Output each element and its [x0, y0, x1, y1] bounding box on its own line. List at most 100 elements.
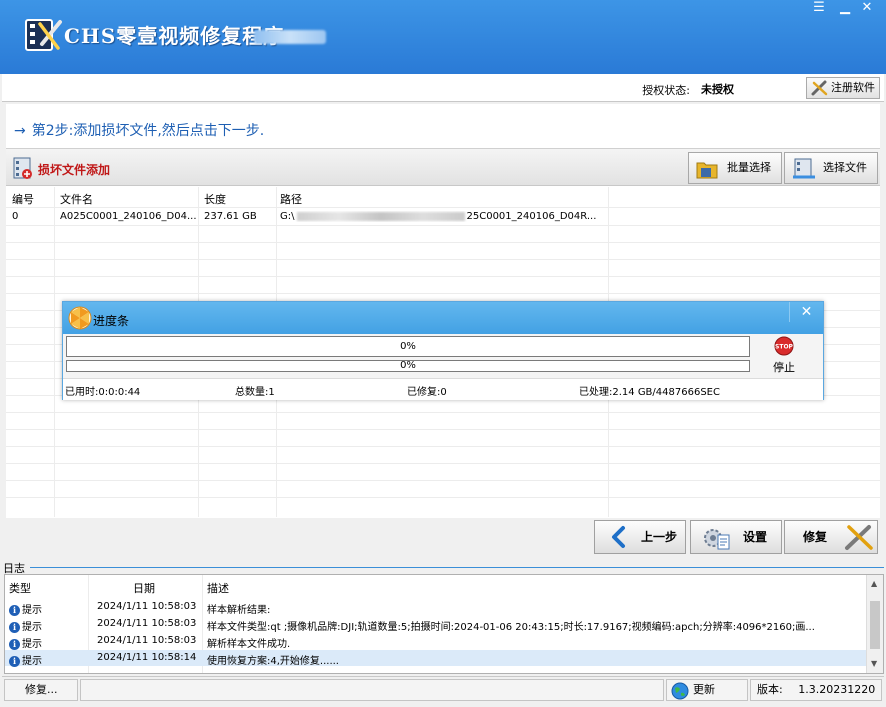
version-info: 版本: 1.3.20231220 [750, 679, 882, 701]
log-column-date[interactable]: 日期 [133, 580, 155, 596]
repaired-count: 已修复:0 [407, 387, 447, 398]
title-bar: CHS零壹视频修复程序 ☰ ▁ ✕ [0, 0, 886, 74]
repair-button[interactable]: 修复 [784, 520, 878, 554]
log-row-desc: 样本文件类型:qt ;摄像机品牌:DJI;轨道数量:5;拍摄时间:2024-01… [207, 622, 815, 633]
step-instruction: → 第2步:添加损坏文件,然后点击下一步. [14, 120, 264, 140]
auth-status-value: 未授权 [701, 83, 734, 96]
stop-icon-text: STOP [775, 344, 794, 351]
row-id: 0 [12, 211, 19, 222]
row-size: 237.61 GB [204, 211, 257, 222]
progress-dialog-title: 进度条 [93, 314, 130, 328]
grid-row-line [6, 463, 880, 464]
row-path-prefix: G:\ [280, 211, 295, 222]
close-button[interactable]: ✕ [856, 0, 878, 16]
batch-select-button[interactable]: 批量选择 [688, 152, 782, 184]
register-button-label: 注册软件 [831, 81, 875, 94]
app-title: CHS零壹视频修复程序 [64, 24, 285, 48]
scroll-down-icon[interactable]: ▼ [871, 659, 877, 668]
log-row-date: 2024/1/11 10:58:14 [97, 652, 197, 663]
progress-bar-primary: 0% [66, 336, 750, 357]
register-button[interactable]: 注册软件 [806, 77, 880, 99]
repair-tools-icon [845, 525, 873, 550]
auth-status-label: 授权状态: [642, 84, 690, 97]
info-icon: i [9, 604, 20, 616]
progress-bar-secondary-text: 0% [400, 360, 416, 371]
info-icon: i [9, 638, 20, 650]
panel-header: 损坏文件添加 批量选择 选择文件 [6, 148, 880, 186]
log-scroll-thumb[interactable] [870, 601, 880, 649]
scroll-up-icon[interactable]: ▲ [871, 579, 877, 588]
log-row-date: 2024/1/11 10:58:03 [97, 635, 197, 646]
progress-bar-secondary: 0% [66, 360, 750, 372]
log-row-type: i 提示 [9, 618, 42, 633]
processed-amount: 已处理:2.14 GB/4487666SEC [579, 387, 720, 398]
grid-column-line [54, 187, 55, 517]
log-list: 类型 日期 描述 i 提示 2024/1/11 10:58:03 样本解析结果: … [4, 574, 884, 674]
auth-row: 授权状态: 未授权 注册软件 [2, 74, 884, 102]
table-header: 编号 文件名 长度 路径 [6, 187, 880, 207]
column-header-id[interactable]: 编号 [12, 191, 34, 207]
log-row[interactable]: i 提示 2024/1/11 10:58:03 解析样本文件成功. [5, 633, 867, 650]
update-label: 更新 [693, 683, 715, 696]
app-window: CHS零壹视频修复程序 ☰ ▁ ✕ 授权状态: 未授权 注册软件 → 第2步:添加… [0, 0, 886, 707]
globe-icon [671, 682, 689, 700]
log-row-selected[interactable]: i 提示 2024/1/11 10:58:14 使用恢复方案:4,开始修复....… [5, 650, 867, 667]
film-file-icon [793, 158, 815, 179]
app-logo-icon [25, 19, 62, 51]
version-label: 版本: [757, 683, 783, 696]
grid-row-line [6, 497, 880, 498]
repair-label: 修复 [803, 530, 828, 544]
row-path: G:\ 25C0001_240106_D04R... [280, 211, 606, 222]
arrow-right-icon: → [14, 123, 26, 139]
select-file-button[interactable]: 选择文件 [784, 152, 878, 184]
stop-button[interactable]: STOP 停止 [771, 336, 797, 376]
prev-step-label: 上一步 [641, 530, 678, 544]
grid-row-line [6, 480, 880, 481]
prev-step-button[interactable]: 上一步 [594, 520, 686, 554]
log-row-type-text: 提示 [22, 605, 42, 616]
settings-gear-icon [704, 529, 730, 550]
settings-label: 设置 [743, 530, 768, 544]
minimize-button[interactable]: ▁ [834, 0, 856, 16]
status-message: 修复... [4, 679, 78, 701]
folder-icon [696, 162, 718, 179]
status-spacer [80, 679, 664, 701]
batch-select-label: 批量选择 [727, 161, 771, 174]
table-row[interactable]: 0 A025C0001_240106_D04... 237.61 GB G:\ 2… [6, 208, 880, 225]
log-row-desc: 使用恢复方案:4,开始修复...... [207, 656, 339, 667]
column-header-size[interactable]: 长度 [204, 191, 226, 207]
grid-row-line [6, 446, 880, 447]
progress-dialog: 进度条 ✕ 0% 0% STOP 停止 已用时:0:0:0:44 总数量:1 已… [62, 301, 824, 400]
column-header-path[interactable]: 路径 [280, 191, 302, 207]
stop-icon: STOP [774, 336, 794, 356]
log-row-desc: 样本解析结果: [207, 605, 271, 616]
total-count: 总数量:1 [235, 387, 275, 398]
log-row-type-text: 提示 [22, 656, 42, 667]
update-button[interactable]: 更新 [666, 679, 748, 701]
log-column-desc[interactable]: 描述 [207, 580, 229, 596]
grid-row-line [6, 412, 880, 413]
progress-stats: 已用时:0:0:0:44 总数量:1 已修复:0 已处理:2.14 GB/448… [63, 378, 823, 400]
row-filename: A025C0001_240106_D04... [60, 211, 196, 222]
log-column-type[interactable]: 类型 [9, 580, 31, 596]
log-row[interactable]: i 提示 2024/1/11 10:58:03 样本文件类型:qt ;摄像机品牌:… [5, 616, 867, 633]
log-row[interactable]: i 提示 2024/1/11 10:58:03 样本解析结果: [5, 599, 867, 616]
log-scrollbar[interactable]: ▲ ▼ [866, 575, 883, 673]
log-row-type: i 提示 [9, 652, 42, 667]
column-header-filename[interactable]: 文件名 [60, 191, 93, 207]
menu-icon[interactable]: ☰ [808, 0, 830, 16]
stop-button-label: 停止 [773, 361, 795, 374]
step-text: 第2步:添加损坏文件,然后点击下一步. [31, 123, 265, 139]
settings-button[interactable]: 设置 [690, 520, 782, 554]
log-row-type-text: 提示 [22, 639, 42, 650]
info-icon: i [9, 655, 20, 667]
progress-bar-primary-text: 0% [400, 341, 416, 352]
log-row-date: 2024/1/11 10:58:03 [97, 601, 197, 612]
progress-dialog-close-button[interactable]: ✕ [789, 302, 823, 322]
grid-row-line [6, 276, 880, 277]
redacted-title-suffix [254, 30, 326, 44]
select-file-label: 选择文件 [823, 161, 867, 174]
progress-aperture-icon [68, 306, 92, 330]
log-row-type: i 提示 [9, 635, 42, 650]
grid-row-line [6, 225, 880, 226]
